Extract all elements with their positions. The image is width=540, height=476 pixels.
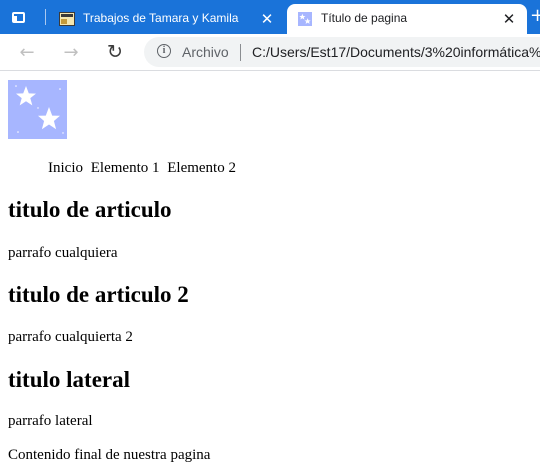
article-1-paragraph: parrafo cualquiera <box>8 245 118 261</box>
footer-text: Contenido final de nuestra pagina <box>8 447 211 463</box>
info-icon[interactable]: i <box>157 44 171 58</box>
new-tab-button[interactable]: + <box>530 5 540 26</box>
article-2-paragraph: parrafo cualquierta 2 <box>8 329 133 345</box>
address-separator <box>240 44 241 61</box>
page-favicon-icon <box>59 12 75 26</box>
close-tab-icon[interactable]: ✕ <box>501 11 517 27</box>
stars-image <box>8 80 67 139</box>
aside-paragraph: parrafo lateral <box>8 413 93 429</box>
article-2-heading: titulo de articulo 2 <box>8 282 189 307</box>
tab-trabajos[interactable]: Trabajos de Tamara y Kamila ✕ <box>49 4 285 34</box>
forward-button[interactable]: → <box>59 40 83 64</box>
reload-button[interactable]: ↻ <box>103 40 127 64</box>
nav-item-inicio[interactable]: Inicio <box>48 160 83 176</box>
scheme-label: Archivo <box>182 44 229 60</box>
tab-actions-button[interactable] <box>6 6 30 28</box>
close-tab-icon[interactable]: ✕ <box>259 11 275 27</box>
address-bar[interactable]: i Archivo C:/Users/Est17/Documents/3%20i… <box>144 37 540 67</box>
browser-toolbar: ← → ↻ i Archivo C:/Users/Est17/Documents… <box>0 34 540 71</box>
nav-item-elemento-2[interactable]: Elemento 2 <box>167 160 236 176</box>
nav-item-elemento-1[interactable]: Elemento 1 <box>91 160 160 176</box>
tab-strip: Trabajos de Tamara y Kamila ✕ Título de … <box>0 0 540 34</box>
aside-heading: titulo lateral <box>8 367 130 392</box>
tab-separator <box>45 9 46 25</box>
tab-title: Trabajos de Tamara y Kamila <box>83 11 239 25</box>
back-button[interactable]: ← <box>15 40 39 64</box>
star-favicon-icon <box>298 12 312 26</box>
url-text[interactable]: C:/Users/Est17/Documents/3%20informática… <box>252 44 540 60</box>
page-viewport: Inicio Elemento 1 Elemento 2 titulo de a… <box>0 71 540 476</box>
article-1-heading: titulo de articulo <box>8 197 172 222</box>
tab-actions-icon <box>11 11 25 23</box>
tab-titulo[interactable]: Título de pagina ✕ <box>287 4 527 34</box>
site-nav: Inicio Elemento 1 Elemento 2 <box>48 160 240 177</box>
tab-title: Título de pagina <box>321 11 408 25</box>
